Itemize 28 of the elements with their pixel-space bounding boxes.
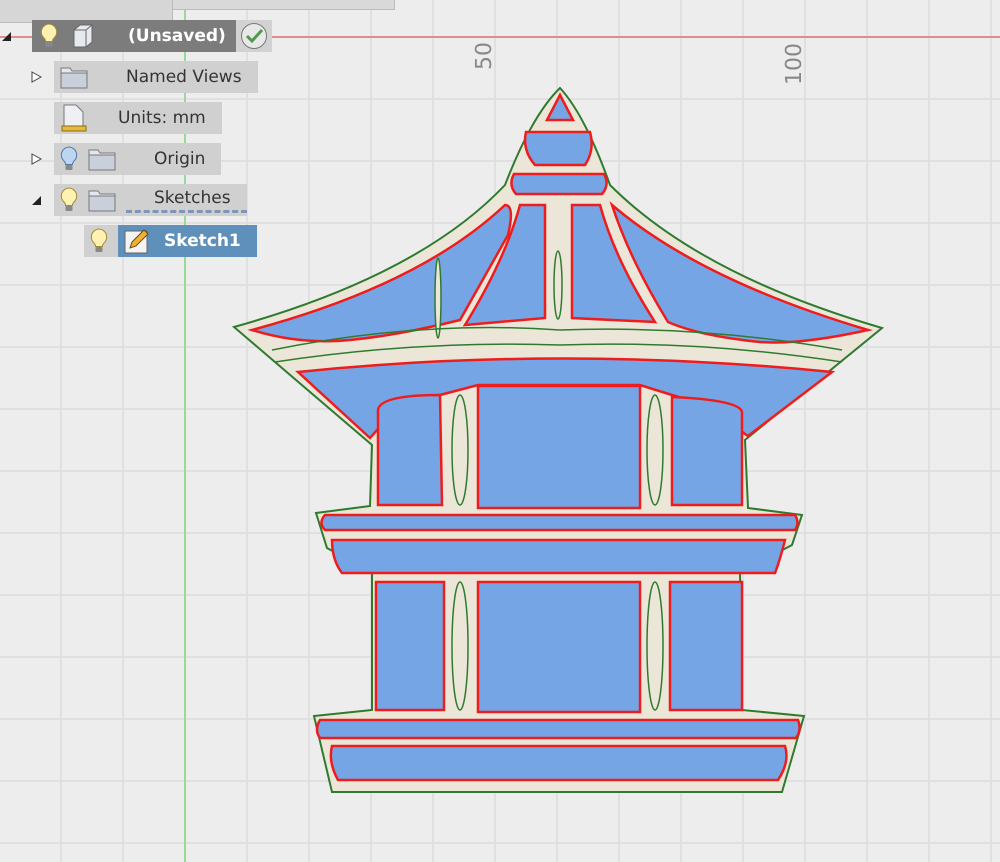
axis-label: 50 — [472, 42, 497, 70]
light-bulb-icon[interactable] — [60, 146, 78, 172]
expanded-triangle-icon[interactable] — [30, 194, 42, 206]
cube-icon — [72, 24, 94, 48]
tree-item[interactable]: Named Views — [54, 61, 258, 93]
collapsed-triangle-icon[interactable] — [30, 153, 42, 165]
checkmark-icon[interactable] — [240, 22, 268, 50]
tree-item-label: (Unsaved) — [127, 26, 226, 46]
axis-label: 100 — [782, 43, 807, 85]
tree-item-label: Named Views — [125, 67, 243, 87]
tree-item[interactable]: Sketches — [54, 184, 247, 216]
tree-item-label: Origin — [153, 149, 206, 169]
folder-icon — [60, 65, 88, 89]
collapsed-triangle-icon[interactable] — [30, 71, 42, 83]
tree-item[interactable]: Units: mm — [54, 102, 222, 134]
light-bulb-icon[interactable] — [90, 228, 108, 254]
tree-item-label: Units: mm — [117, 108, 207, 128]
folder-icon — [88, 147, 116, 171]
expanded-triangle-icon[interactable] — [0, 30, 12, 42]
folder-icon — [88, 188, 116, 212]
browser-root-item[interactable]: (Unsaved) — [32, 20, 272, 52]
light-bulb-icon[interactable] — [60, 187, 78, 213]
light-bulb-icon[interactable] — [40, 23, 58, 49]
tree-item-label: Sketches — [126, 188, 247, 212]
tree-item-label: Sketch1 — [163, 231, 242, 251]
tree-item[interactable]: Origin — [54, 143, 222, 175]
sketch-pencil-icon — [124, 228, 150, 254]
document-ruler-icon — [60, 104, 88, 132]
